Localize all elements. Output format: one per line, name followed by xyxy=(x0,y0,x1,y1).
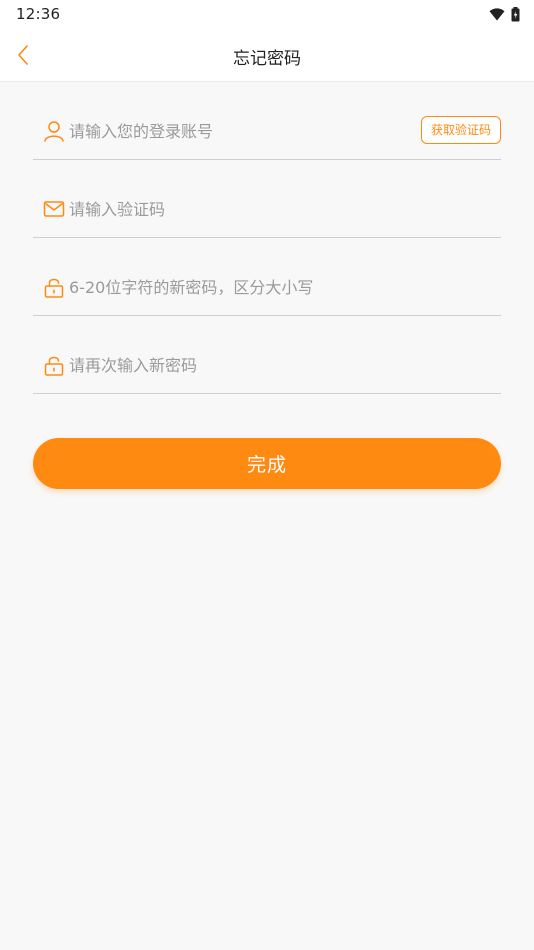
submit-button[interactable]: 完成 xyxy=(33,438,501,489)
verification-code-input[interactable] xyxy=(69,195,399,223)
status-icons xyxy=(489,6,520,22)
confirm-password-input[interactable] xyxy=(69,351,399,379)
new-password-input[interactable] xyxy=(69,273,399,301)
confirm-password-field-row xyxy=(33,351,501,394)
status-bar: 12:36 xyxy=(0,0,534,28)
user-icon xyxy=(44,121,64,142)
status-time: 12:36 xyxy=(16,5,61,23)
code-field-row xyxy=(33,195,501,238)
account-field-row: 获取验证码 xyxy=(33,116,501,160)
account-input[interactable] xyxy=(69,117,399,145)
nav-bar: 忘记密码 xyxy=(0,28,534,82)
page-title: 忘记密码 xyxy=(233,49,301,69)
lock-icon xyxy=(44,356,64,376)
wifi-icon xyxy=(489,7,505,20)
get-code-button[interactable]: 获取验证码 xyxy=(420,116,501,144)
lock-icon xyxy=(44,278,64,298)
new-password-field-row xyxy=(33,273,501,316)
mail-icon xyxy=(43,201,65,217)
battery-icon xyxy=(511,6,520,21)
